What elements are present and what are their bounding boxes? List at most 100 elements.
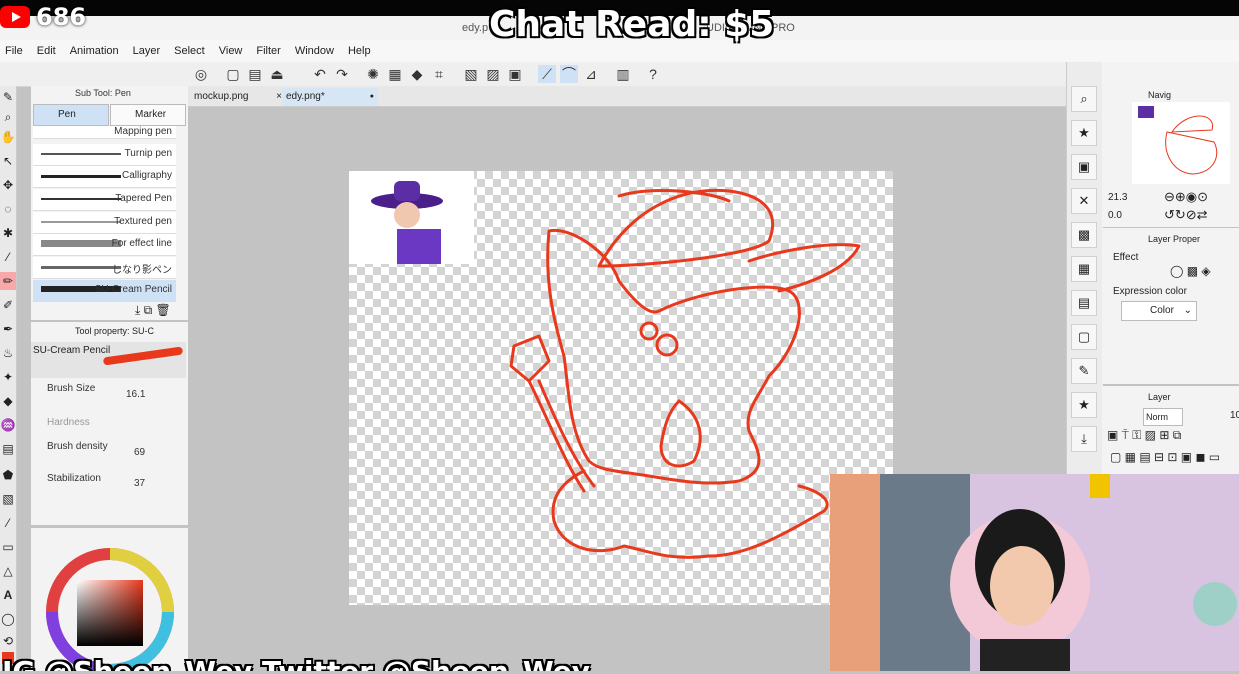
clear-outside-icon[interactable]: ▦ [386,65,404,83]
redo-icon[interactable]: ↷ [333,65,351,83]
layer-tools-row2[interactable]: ▢ ▦ ▤ ⊟ ⊡ ▣ ◼ ▭ [1110,450,1220,464]
ruler-icon[interactable]: △ [0,562,16,580]
menu-file[interactable]: File [0,45,32,57]
frame-icon[interactable]: ▭ [0,538,16,556]
undo-icon[interactable]: ↶ [311,65,329,83]
edit-icon[interactable]: ✎ [1071,358,1097,384]
hand-icon[interactable]: ✋ [0,128,16,146]
airbrush-icon[interactable]: ♨ [0,344,16,362]
menu-animation[interactable]: Animation [65,45,128,57]
effect-icons[interactable]: ◯ ▩ ◈ [1170,264,1230,282]
balloon-icon[interactable]: ◯ [0,610,16,628]
pattern-icon[interactable]: ▩ [1071,222,1097,248]
show-selection-icon[interactable]: ▣ [506,65,524,83]
snap-special-ruler-icon[interactable]: ⌒ [560,65,578,83]
menu-view[interactable]: View [214,45,252,57]
new-file-icon[interactable]: ▢ [224,65,242,83]
rotate-controls[interactable]: ↺↻⊘⇄ [1164,207,1208,223]
brush-density-value[interactable]: 69 [134,447,145,458]
window-title-left: edy.p [462,22,489,34]
deselect-icon[interactable]: ▧ [462,65,480,83]
material-icon[interactable]: ★ [1071,120,1097,146]
brush-mapping-pen[interactable]: Mapping pen [33,126,176,139]
close-panel-icon[interactable]: ✕ [1071,188,1097,214]
open-file-icon[interactable]: ▤ [246,65,264,83]
menu-edit[interactable]: Edit [32,45,65,57]
angle-value[interactable]: 0.0 [1108,210,1122,221]
download-icon[interactable]: ⤓ [1071,426,1097,452]
expression-color-select[interactable]: Color ⌄ [1121,301,1197,321]
blend-icon[interactable]: ♒ [0,416,16,434]
move-icon[interactable]: ✥ [0,176,16,194]
search-icon[interactable]: ⌕ [1071,86,1097,112]
brush-preview: SU-Cream Pencil [31,342,186,378]
favorite-icon[interactable]: ★ [1071,392,1097,418]
brush-turnip-pen[interactable]: Turnip pen [33,144,176,166]
tab-marker[interactable]: Marker [110,104,186,126]
transform-icon[interactable]: ⌗ [430,65,448,83]
zoom-icon[interactable]: ⌕ [0,108,16,126]
help-icon[interactable]: ? [644,65,662,83]
menu-window[interactable]: Window [290,45,343,57]
pencil-icon[interactable]: ✐ [0,296,16,314]
clear-icon[interactable]: ✺ [364,65,382,83]
zoom-value[interactable]: 21.3 [1108,192,1127,203]
chevron-down-icon: ⌄ [1183,305,1192,316]
gradient-icon[interactable]: ▧ [0,490,16,508]
eyedropper-icon[interactable]: ⁄ [0,248,16,266]
menu-filter[interactable]: Filter [251,45,289,57]
sub-tool-footer-icons[interactable]: ⤓ ⧉ 🗑 [135,303,171,318]
layer-tools-row1[interactable]: ▣ ⍑ ⚿ ▨ ⊞ ⧉ [1107,428,1181,443]
tab-edy[interactable]: edy.png* ● [282,88,378,106]
youtube-badge: 686 [0,0,86,34]
figure-icon[interactable]: ⁄ [0,514,16,532]
brush-size-value[interactable]: 16.1 [126,389,145,400]
lasso-icon[interactable]: ◌ [0,200,16,218]
snap-grid-icon[interactable]: ⊿ [582,65,600,83]
brush-calligraphy[interactable]: Calligraphy [33,166,176,188]
snap-ruler-icon[interactable]: ⟋ [538,65,556,83]
grid-icon[interactable]: ▤ [1071,290,1097,316]
layer-property-header: Layer Proper [1148,234,1201,244]
tab-pen[interactable]: Pen [33,104,109,126]
decoration-icon[interactable]: ✦ [0,368,16,386]
fill-tool-icon[interactable]: ▤ [0,440,16,458]
stabilization-value[interactable]: 37 [134,478,145,489]
bucket-icon[interactable]: ⬟ [0,466,16,484]
navigator-preview[interactable] [1132,102,1230,184]
eraser-icon[interactable]: ◆ [0,392,16,410]
webcam-overlay [830,474,1239,671]
menu-select[interactable]: Select [169,45,214,57]
social-ticker-text: IG @Sheen_Wey Twitter @Sheen_Wey [2,658,590,672]
brush-textured-pen[interactable]: Textured pen [33,212,176,234]
opacity-value[interactable]: 10 [1230,410,1239,421]
save-icon[interactable]: ⏏ [268,65,286,83]
clip-studio-icon[interactable]: ◎ [192,65,210,83]
image-material-icon[interactable]: ▣ [1071,154,1097,180]
menu-layer[interactable]: Layer [128,45,170,57]
magic-wand-icon[interactable]: ✱ [0,224,16,242]
object-icon[interactable]: ↖ [0,152,16,170]
pen-tool-icon[interactable]: ✎ [0,88,16,106]
pen-icon[interactable]: ✏ [0,272,16,290]
tab-mockup[interactable]: mockup.png × [190,88,286,106]
guide-icon[interactable]: ▥ [614,65,632,83]
text-icon[interactable]: A [0,586,16,604]
brush-size-label: Brush Size [47,383,96,394]
brush-su-cream-pencil[interactable]: SU-Cream Pencil [33,280,176,302]
tool-property-header: Tool property: SU-C [75,326,155,336]
color-wheel[interactable] [31,528,188,674]
frame-panel-icon[interactable]: ▢ [1071,324,1097,350]
brush-icon[interactable]: ✒ [0,320,16,338]
blend-mode-select[interactable]: Norm [1143,408,1183,426]
zoom-controls[interactable]: ⊖⊕◉⊙ [1164,189,1208,205]
brush-shinari-pen[interactable]: しなり影ペン [33,257,176,279]
brush-for-effect-line[interactable]: For effect line [33,234,176,256]
invert-selection-icon[interactable]: ▨ [484,65,502,83]
brush-tapered-pen[interactable]: Tapered Pen [33,189,176,211]
menu-help[interactable]: Help [343,45,380,57]
fill-icon[interactable]: ◆ [408,65,426,83]
hardness-label: Hardness [47,417,90,428]
correct-line-icon[interactable]: ⟲ [0,632,16,650]
panel-icon[interactable]: ▦ [1071,256,1097,282]
